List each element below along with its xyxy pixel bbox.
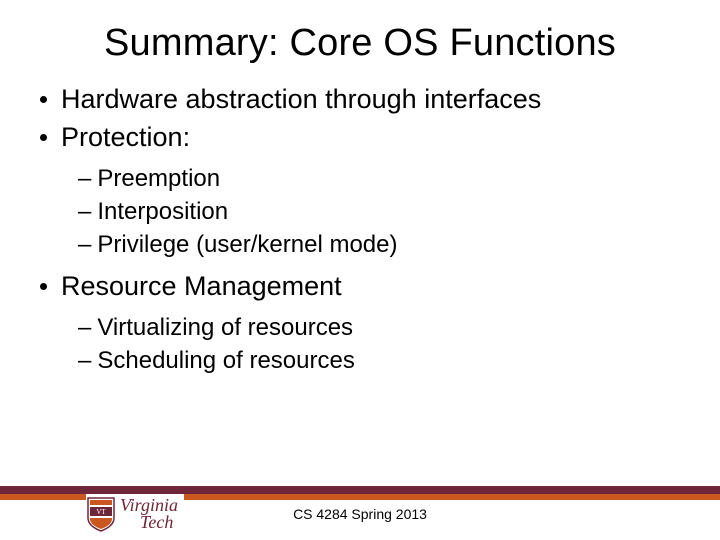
band-maroon [0, 486, 720, 494]
bullet-text: Resource Management [61, 270, 342, 304]
bullet-dot-icon [40, 283, 47, 290]
subbullet-scheduling: – Scheduling of resources [40, 345, 680, 376]
subbullet-virtualizing: – Virtualizing of resources [40, 312, 680, 343]
bullet-resource-management: Resource Management [40, 270, 680, 304]
vt-logo: VT Virginia Tech [86, 494, 184, 532]
dash-icon: – [78, 312, 91, 343]
bullet-text: Protection: [61, 121, 190, 155]
content-area: Hardware abstraction through interfaces … [0, 83, 720, 376]
subbullet-text: Scheduling of resources [97, 345, 354, 376]
dash-icon: – [78, 229, 91, 260]
subbullet-interposition: – Interposition [40, 196, 680, 227]
bullet-protection: Protection: [40, 121, 680, 155]
bullet-text: Hardware abstraction through interfaces [61, 83, 541, 117]
svg-text:VT: VT [96, 508, 106, 516]
logo-text: Virginia Tech [120, 497, 178, 531]
subbullet-privilege: – Privilege (user/kernel mode) [40, 229, 680, 260]
resource-sublist: – Virtualizing of resources – Scheduling… [40, 312, 680, 376]
slide-title: Summary: Core OS Functions [0, 0, 720, 83]
subbullet-text: Privilege (user/kernel mode) [97, 229, 397, 260]
logo-line2: Tech [140, 514, 178, 531]
subbullet-text: Interposition [97, 196, 228, 227]
shield-icon: VT [86, 496, 116, 532]
footer-course-info: CS 4284 Spring 2013 [293, 506, 427, 522]
subbullet-text: Virtualizing of resources [97, 312, 353, 343]
protection-sublist: – Preemption – Interposition – Privilege… [40, 163, 680, 261]
dash-icon: – [78, 163, 91, 194]
subbullet-text: Preemption [97, 163, 220, 194]
dash-icon: – [78, 196, 91, 227]
subbullet-preemption: – Preemption [40, 163, 680, 194]
bullet-dot-icon [40, 96, 47, 103]
bullet-dot-icon [40, 134, 47, 141]
bullet-hardware-abstraction: Hardware abstraction through interfaces [40, 83, 680, 117]
dash-icon: – [78, 345, 91, 376]
